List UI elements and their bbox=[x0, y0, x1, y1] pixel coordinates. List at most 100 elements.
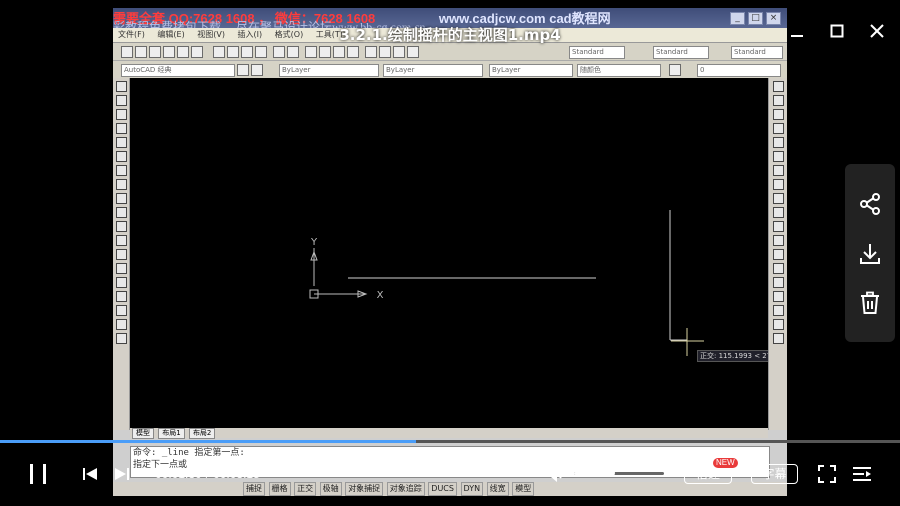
trim-icon bbox=[772, 207, 784, 218]
preview-icon bbox=[177, 46, 189, 58]
new-badge: NEW bbox=[713, 458, 738, 468]
volume-knob[interactable] bbox=[606, 469, 615, 477]
rectangle-icon bbox=[115, 137, 127, 148]
open-file-icon bbox=[135, 46, 147, 58]
tab-model: 模型 bbox=[132, 428, 154, 439]
polyline-icon bbox=[115, 109, 127, 120]
array-icon bbox=[772, 137, 784, 148]
insert-block-icon bbox=[115, 235, 127, 246]
copy-object-icon bbox=[772, 95, 784, 106]
status-osnap: 对象捕捉 bbox=[345, 482, 384, 496]
break-icon bbox=[772, 249, 784, 260]
modify-toolbar bbox=[768, 78, 787, 430]
ucs-y-label: Y bbox=[310, 237, 318, 248]
chamfer-icon bbox=[772, 277, 784, 288]
close-icon[interactable] bbox=[868, 22, 886, 40]
volume-slider[interactable] bbox=[574, 469, 664, 477]
pan-icon bbox=[305, 46, 317, 58]
rotate-icon bbox=[772, 165, 784, 176]
gradient-icon bbox=[115, 291, 127, 302]
time-display: 00:01:30 / 00:03:15 bbox=[155, 461, 260, 487]
subtitle-button[interactable]: 字幕 bbox=[751, 464, 798, 484]
construction-line-icon bbox=[115, 95, 127, 106]
scale-icon bbox=[772, 179, 784, 190]
ellipse-icon bbox=[115, 207, 127, 218]
dim-style-combo: Standard bbox=[653, 46, 709, 59]
hatch-icon bbox=[115, 277, 127, 288]
video-frame[interactable]: 需要全套 QQ:7628 1608 ， 微信：7628 1608 www.cad… bbox=[113, 8, 787, 496]
mtext-icon bbox=[115, 333, 127, 344]
calculator-icon bbox=[407, 46, 419, 58]
autocad-properties-toolbar: AutoCAD 经典 ByLayer ByLayer ByLayer 随颜色 0 bbox=[113, 61, 787, 79]
share-icon[interactable] bbox=[858, 192, 882, 216]
arc-icon bbox=[115, 151, 127, 162]
tab-layout1: 布局1 bbox=[158, 428, 185, 439]
move-icon bbox=[772, 151, 784, 162]
table-icon bbox=[115, 319, 127, 330]
playlist-icon[interactable] bbox=[852, 461, 872, 487]
command-line-1: 命令: _line 指定第一点: bbox=[133, 448, 245, 458]
progress-fill bbox=[0, 440, 416, 443]
status-ducs: DUCS bbox=[428, 482, 457, 496]
time-total: 00:03:15 bbox=[213, 467, 260, 481]
design-center-icon bbox=[379, 46, 391, 58]
revision-cloud-icon bbox=[115, 179, 127, 190]
status-lineweight: 线宽 bbox=[486, 482, 509, 496]
volume-fill bbox=[574, 472, 611, 475]
ellipse-arc-icon bbox=[115, 221, 127, 232]
player-root: { "window": { "title": "3.2.1.绘制摇杆的主视图1.… bbox=[0, 0, 900, 506]
status-otrack: 对象追踪 bbox=[386, 482, 425, 496]
drawing-canvas: Y X bbox=[130, 78, 768, 428]
side-action-panel bbox=[845, 164, 895, 342]
layer-manager-icon bbox=[251, 64, 263, 76]
draw-toolbar bbox=[113, 78, 130, 430]
table-style-combo: Standard bbox=[731, 46, 783, 59]
point-icon bbox=[115, 263, 127, 274]
fillet-icon bbox=[772, 291, 784, 302]
layer-combo: ByLayer bbox=[279, 64, 379, 77]
fullscreen-icon[interactable] bbox=[818, 461, 836, 487]
text-style-combo: Standard bbox=[569, 46, 625, 59]
linetype-combo: ByLayer bbox=[383, 64, 483, 77]
zoom-previous-icon bbox=[347, 46, 359, 58]
undo-icon bbox=[273, 46, 285, 58]
time-current: 00:01:30 bbox=[155, 467, 202, 481]
zoom-window-icon bbox=[333, 46, 345, 58]
download-icon[interactable] bbox=[858, 242, 882, 266]
status-grid: 栅格 bbox=[268, 482, 291, 496]
status-polar: 极轴 bbox=[319, 482, 342, 496]
volume-icon[interactable] bbox=[545, 461, 567, 487]
minimize-icon[interactable] bbox=[788, 22, 806, 40]
join-icon bbox=[772, 263, 784, 274]
trash-icon[interactable] bbox=[858, 291, 882, 315]
color-combo: 随颜色 bbox=[577, 64, 661, 77]
tab-layout2: 布局2 bbox=[188, 428, 216, 439]
progress-bar[interactable] bbox=[0, 440, 900, 443]
ucs-x-label: X bbox=[377, 290, 384, 301]
time-separator: / bbox=[205, 467, 210, 481]
current-layer-combo: 0 bbox=[697, 64, 781, 77]
pause-icon[interactable] bbox=[28, 461, 48, 487]
lineweight-combo: ByLayer bbox=[489, 64, 573, 77]
status-model: 模型 bbox=[512, 482, 535, 496]
status-ortho: 正交 bbox=[294, 482, 317, 496]
cut-icon bbox=[213, 46, 225, 58]
paste-icon bbox=[241, 46, 253, 58]
zoom-realtime-icon bbox=[319, 46, 331, 58]
line-tool-icon bbox=[115, 81, 127, 92]
make-block-icon bbox=[115, 249, 127, 260]
workspace-settings-icon bbox=[237, 64, 249, 76]
skip-next-icon[interactable] bbox=[114, 461, 130, 487]
skip-prev-icon[interactable] bbox=[82, 461, 98, 487]
layer-state-icon bbox=[669, 64, 681, 76]
region-icon bbox=[115, 305, 127, 316]
video-title: 3.2.1.绘制摇杆的主视图1.mp4 bbox=[339, 26, 561, 44]
workspace-combo: AutoCAD 经典 bbox=[121, 64, 235, 77]
publish-icon bbox=[191, 46, 203, 58]
extend-icon bbox=[772, 221, 784, 232]
polygon-icon bbox=[115, 123, 127, 134]
maximize-icon[interactable] bbox=[828, 22, 846, 40]
layout-icon bbox=[772, 333, 784, 344]
circle-icon bbox=[115, 165, 127, 176]
drawing-svg: Y X bbox=[309, 210, 704, 356]
